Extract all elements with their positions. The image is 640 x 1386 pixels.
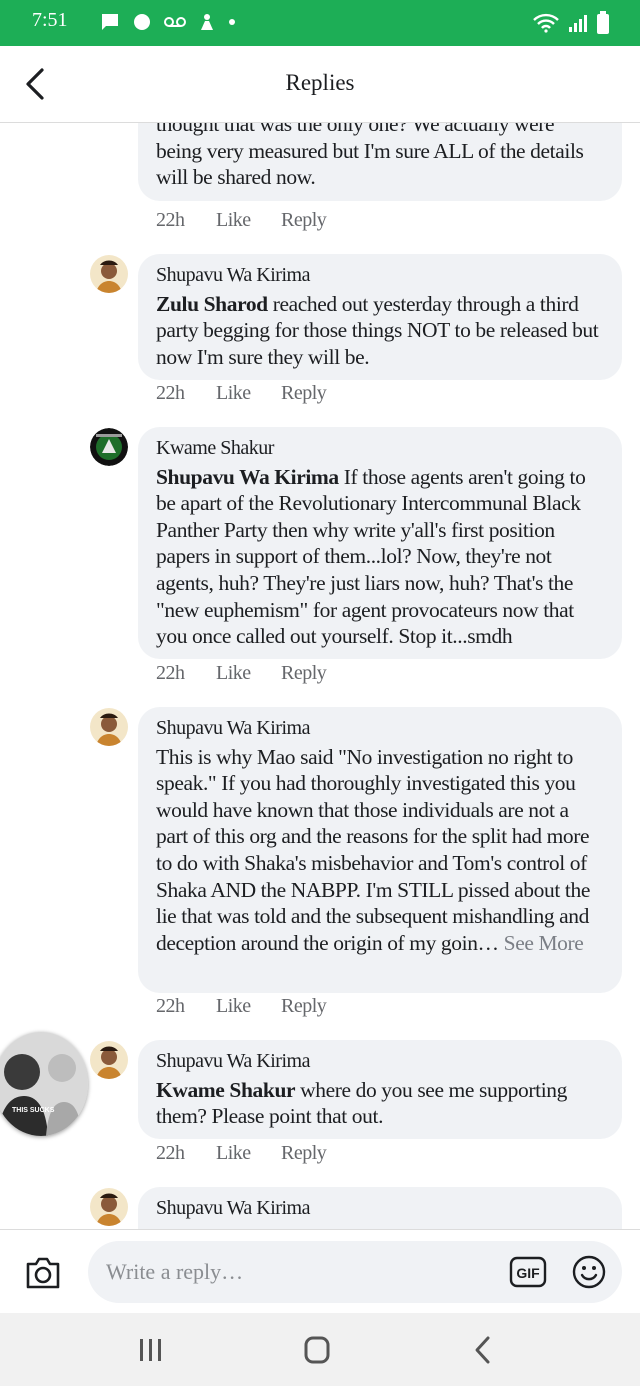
- comment-bubble: Shupavu Wa Kirima Zulu Sharod reached ou…: [138, 254, 622, 380]
- back-icon[interactable]: [466, 1335, 502, 1365]
- like-button[interactable]: Like: [216, 1142, 281, 1165]
- reply-input[interactable]: [104, 1255, 488, 1289]
- comment-time: 22h: [156, 382, 185, 404]
- replies-feed[interactable]: thought that was the only one? We actual…: [0, 123, 640, 1229]
- comment-author[interactable]: Shupavu Wa Kirima: [156, 262, 604, 289]
- battery-icon: [597, 11, 609, 34]
- comment-actions: 22h Like Reply: [156, 662, 327, 685]
- reply-button[interactable]: Reply: [281, 662, 327, 685]
- reply-button[interactable]: Reply: [281, 995, 327, 1018]
- system-icons: [532, 11, 610, 35]
- comment-actions: 22h Like Reply: [156, 209, 327, 232]
- home-icon[interactable]: [299, 1335, 335, 1365]
- avatar[interactable]: [90, 428, 128, 466]
- floating-head-caption: THIS SUCKS: [12, 1107, 55, 1114]
- app-notification-icon: [201, 14, 213, 30]
- camera-icon[interactable]: [24, 1256, 62, 1290]
- comment-bubble: Shupavu Wa Kirima This is why Mao said "…: [138, 707, 622, 993]
- avatar[interactable]: [90, 255, 128, 293]
- reply-box[interactable]: GIF: [88, 1241, 622, 1303]
- comment-author[interactable]: Shupavu Wa Kirima: [156, 715, 604, 742]
- recent-apps-icon[interactable]: [132, 1335, 168, 1365]
- avatar[interactable]: [90, 1188, 128, 1226]
- avatar[interactable]: [90, 1041, 128, 1079]
- comment-time: 22h: [156, 209, 185, 231]
- comment-time: 22h: [156, 995, 185, 1017]
- status-bar: 7:51: [0, 0, 640, 46]
- reply-button[interactable]: Reply: [281, 1142, 327, 1165]
- message-icon: [102, 14, 118, 30]
- page-title: Replies: [285, 70, 355, 95]
- comment-bubble: Kwame Shakur Shupavu Wa Kirima If those …: [138, 427, 622, 659]
- signal-icon: [569, 15, 587, 32]
- like-button[interactable]: Like: [216, 662, 281, 685]
- comment-text: thought that was the only one? We actual…: [156, 123, 584, 190]
- emoji-icon[interactable]: [571, 1254, 607, 1290]
- gif-icon[interactable]: GIF: [509, 1256, 547, 1288]
- comment-bubble: Shupavu Wa Kirima: [138, 1187, 622, 1229]
- like-button[interactable]: Like: [216, 995, 281, 1018]
- app-bar: Replies: [0, 46, 640, 123]
- wifi-icon: [533, 13, 559, 33]
- comment-bubble: Shupavu Wa Kirima Kwame Shakur where do …: [138, 1040, 622, 1139]
- comment-mention[interactable]: Zulu Sharod: [156, 292, 268, 316]
- status-time: 7:51: [32, 9, 68, 31]
- comment-text: If those agents aren't going to be apart…: [156, 464, 586, 649]
- comment-time: 22h: [156, 662, 185, 684]
- comment-actions: 22h Like Reply: [156, 995, 327, 1018]
- comment-text: This is why Mao said "No investigation n…: [156, 744, 590, 955]
- comment-author[interactable]: Shupavu Wa Kirima: [156, 1195, 604, 1222]
- notification-icons: [100, 12, 236, 32]
- comment-actions: 22h Like Reply: [156, 1142, 327, 1165]
- comment-author[interactable]: Shupavu Wa Kirima: [156, 1048, 604, 1075]
- see-more-link[interactable]: See More: [499, 931, 584, 955]
- like-button[interactable]: Like: [216, 382, 281, 405]
- avatar[interactable]: [90, 708, 128, 746]
- reply-button[interactable]: Reply: [281, 209, 327, 232]
- dot-icon: [229, 19, 235, 25]
- reply-composer: GIF: [0, 1229, 640, 1314]
- like-button[interactable]: Like: [216, 209, 281, 232]
- comment-actions: 22h Like Reply: [156, 382, 327, 405]
- comment-author[interactable]: Kwame Shakur: [156, 435, 604, 462]
- comment-time: 22h: [156, 1142, 185, 1164]
- comment-mention[interactable]: Kwame Shakur: [156, 1078, 296, 1102]
- gif-label: GIF: [516, 1265, 540, 1281]
- chat-bubble-icon: [134, 14, 150, 30]
- comment-bubble: thought that was the only one? We actual…: [138, 123, 622, 201]
- reply-button[interactable]: Reply: [281, 382, 327, 405]
- comment-mention[interactable]: Shupavu Wa Kirima: [156, 465, 339, 489]
- system-nav-bar: [0, 1313, 640, 1386]
- voicemail-icon: [164, 17, 186, 27]
